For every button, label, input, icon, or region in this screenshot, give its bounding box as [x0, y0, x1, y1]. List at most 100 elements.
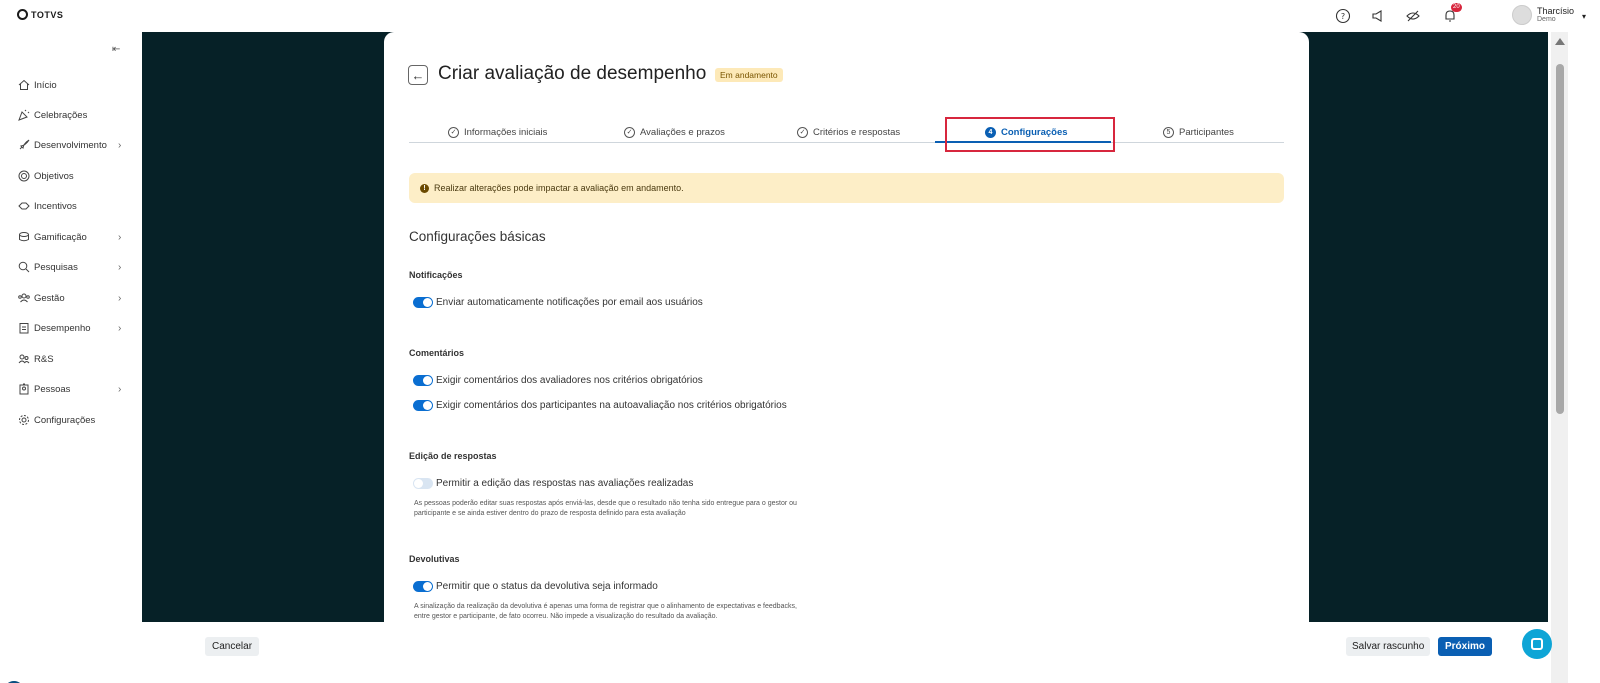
check-circle-icon: ✓: [448, 126, 459, 138]
sidebar-item-inicio[interactable]: Início: [18, 75, 130, 95]
step-label: Participantes: [1179, 126, 1234, 138]
user-org: Demo: [1537, 16, 1556, 23]
sidebar: ⇤ Início Celebrações Desenvolvimento › O…: [0, 32, 142, 683]
cancel-button[interactable]: Cancelar: [205, 637, 260, 656]
email-notifications-toggle[interactable]: [413, 297, 433, 308]
sidebar-item-desempenho[interactable]: Desempenho ›: [18, 318, 130, 338]
sidebar-item-label: Desempenho: [34, 322, 91, 334]
help-icon[interactable]: ?: [1335, 8, 1351, 24]
chevron-right-icon: ›: [118, 261, 122, 273]
sidebar-item-label: Gamificação: [34, 231, 87, 243]
logo-mark-icon: [17, 9, 28, 20]
group-title-edicao: Edição de respostas: [409, 451, 497, 461]
step-avaliacoes-prazos[interactable]: ✓ Avaliações e prazos: [624, 122, 725, 142]
sidebar-item-label: Incentivos: [34, 200, 77, 212]
sidebar-item-configuracoes[interactable]: Configurações: [18, 410, 130, 430]
sidebar-item-label: Início: [34, 79, 57, 91]
rocket-icon: [18, 139, 30, 151]
coins-icon: [18, 231, 30, 243]
toggle-label: Permitir que o status da devolutiva seja…: [436, 581, 658, 592]
save-draft-button[interactable]: Salvar rascunho: [1346, 637, 1431, 656]
feedback-status-toggle[interactable]: [413, 581, 433, 592]
chat-fab[interactable]: [1522, 629, 1552, 659]
group-title-notificacoes: Notificações: [409, 270, 463, 280]
sidebar-item-objetivos[interactable]: Objetivos: [18, 166, 130, 186]
sidebar-item-label: Objetivos: [34, 170, 74, 182]
toggle-label: Exigir comentários dos participantes na …: [436, 400, 787, 411]
step-participantes[interactable]: 5 Participantes: [1163, 122, 1234, 142]
sidebar-item-rs[interactable]: R&S: [18, 349, 130, 369]
step-informacoes-iniciais[interactable]: ✓ Informações iniciais: [448, 122, 547, 142]
edit-answers-help: As pessoas poderão editar suas respostas…: [414, 499, 844, 519]
chevron-right-icon: ›: [118, 322, 122, 334]
help-line: entre gestor e participante, de fato oco…: [414, 613, 718, 620]
edit-answers-toggle[interactable]: [413, 478, 433, 489]
feedback-status-help: A sinalização da realização da devolutiv…: [414, 602, 844, 622]
handshake-icon: [18, 200, 30, 212]
sidebar-item-label: R&S: [34, 353, 54, 365]
bell-icon[interactable]: 20: [1442, 3, 1462, 24]
eye-off-icon[interactable]: [1405, 8, 1421, 24]
sidebar-item-pesquisas[interactable]: Pesquisas ›: [18, 257, 130, 277]
user-name[interactable]: Tharcísio: [1537, 6, 1574, 16]
gear-icon: [18, 414, 30, 426]
highlight-annotation-box: [945, 117, 1115, 152]
sidebar-item-incentivos[interactable]: Incentivos: [18, 196, 130, 216]
check-circle-icon: ✓: [797, 126, 808, 138]
stepper: ✓ Informações iniciais ✓ Avaliações e pr…: [409, 120, 1284, 143]
chevron-right-icon: ›: [118, 231, 122, 243]
party-icon: [18, 109, 30, 121]
toggle-row-avaliadores-comments[interactable]: Exigir comentários dos avaliadores nos c…: [413, 375, 703, 386]
sidebar-item-desenvolvimento[interactable]: Desenvolvimento ›: [18, 135, 130, 155]
step-number-icon: 5: [1163, 126, 1174, 138]
chat-icon: [1531, 638, 1543, 650]
chevron-right-icon: ›: [118, 139, 122, 151]
warning-icon: !: [420, 183, 429, 193]
top-bar: TOTVS ? 20 Tharcísio Demo ▾: [0, 0, 1600, 32]
target-icon: [18, 170, 30, 182]
form-footer: Cancelar Salvar rascunho Próximo: [142, 622, 1552, 683]
sidebar-item-label: Desenvolvimento: [34, 139, 107, 151]
sidebar-item-label: Pesquisas: [34, 261, 78, 273]
team-icon: [18, 292, 30, 304]
group-title-comentarios: Comentários: [409, 348, 465, 358]
toggle-row-edit-answers[interactable]: Permitir a edição das respostas nas aval…: [413, 478, 693, 489]
toggle-row-email-notifications[interactable]: Enviar automaticamente notificações por …: [413, 297, 703, 308]
back-button[interactable]: ←: [408, 65, 428, 85]
participantes-comments-toggle[interactable]: [413, 400, 433, 411]
step-criterios-respostas[interactable]: ✓ Critérios e respostas: [797, 122, 900, 142]
help-line: participante e se ainda estiver dentro d…: [414, 510, 686, 517]
notification-count-badge: 20: [1451, 3, 1462, 12]
next-button[interactable]: Próximo: [1438, 637, 1493, 656]
chevron-right-icon: ›: [118, 383, 122, 395]
people-icon: [18, 353, 30, 365]
sidebar-item-label: Configurações: [34, 414, 96, 426]
collapse-sidebar-icon[interactable]: ⇤: [112, 44, 120, 55]
check-circle-icon: ✓: [624, 126, 635, 138]
sidebar-item-label: Celebrações: [34, 109, 88, 121]
toggle-label: Exigir comentários dos avaliadores nos c…: [436, 375, 703, 386]
step-label: Informações iniciais: [464, 126, 548, 138]
scroll-up-icon[interactable]: [1555, 38, 1565, 45]
badge-icon: [18, 383, 30, 395]
warning-banner: ! Realizar alterações pode impactar a av…: [409, 173, 1284, 203]
page-title: Criar avaliação de desempenho: [438, 63, 707, 84]
page-scrollbar[interactable]: [1551, 32, 1568, 683]
toggle-row-feedback-status[interactable]: Permitir que o status da devolutiva seja…: [413, 581, 658, 592]
sidebar-item-celebracoes[interactable]: Celebrações: [18, 105, 130, 125]
totvs-logo[interactable]: TOTVS: [17, 9, 63, 20]
megaphone-icon[interactable]: [1370, 8, 1386, 24]
scroll-thumb[interactable]: [1556, 64, 1564, 414]
sidebar-item-pessoas[interactable]: Pessoas ›: [18, 379, 130, 399]
arrow-left-icon: ←: [411, 67, 425, 83]
logo-text: TOTVS: [31, 9, 64, 20]
avatar[interactable]: [1512, 5, 1532, 25]
sidebar-item-gestao[interactable]: Gestão ›: [18, 288, 130, 308]
user-menu-caret-icon[interactable]: ▾: [1582, 12, 1586, 21]
avaliadores-comments-toggle[interactable]: [413, 375, 433, 386]
toggle-row-participantes-comments[interactable]: Exigir comentários dos participantes na …: [413, 400, 787, 411]
sidebar-item-gamificacao[interactable]: Gamificação ›: [18, 227, 130, 247]
svg-text:?: ?: [1341, 12, 1345, 21]
chevron-right-icon: ›: [118, 292, 122, 304]
sidebar-item-label: Pessoas: [34, 383, 71, 395]
